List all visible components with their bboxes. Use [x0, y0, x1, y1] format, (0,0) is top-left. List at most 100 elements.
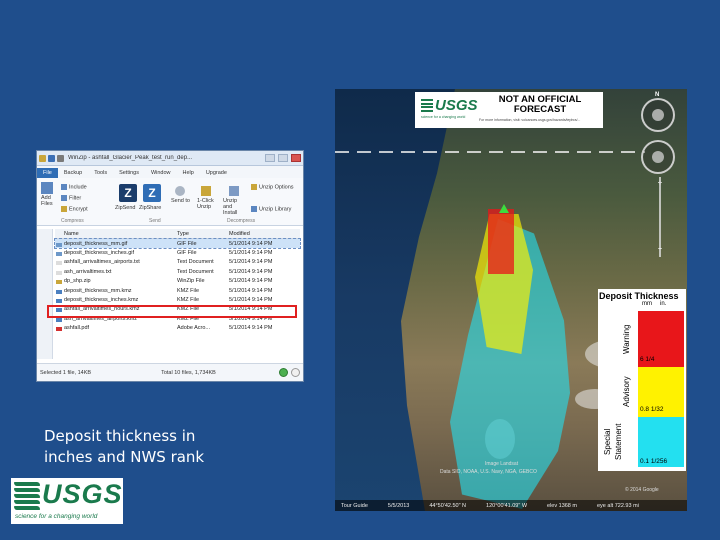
group-compress: Compress: [61, 218, 84, 224]
tab-settings[interactable]: Settings: [113, 168, 145, 178]
legend-title: Deposit Thickness: [599, 291, 679, 301]
longitude-readout: 120°00'41.09" W: [486, 502, 528, 509]
forecast-title: NOT AN OFFICIAL FORECAST: [498, 94, 582, 115]
table-row[interactable]: dp_shp.zip WinZip File 5/1/2014 9:14 PM: [55, 277, 300, 286]
imagery-date: 5/5/2013: [387, 502, 410, 509]
logo-tagline: science for a changing world: [15, 513, 98, 520]
unzip-options-button[interactable]: Unzip Options: [251, 184, 294, 190]
add-files-button[interactable]: Add Files: [41, 182, 55, 207]
close-button[interactable]: [291, 154, 301, 162]
tab-help[interactable]: Help: [177, 168, 200, 178]
caption-line-1: Deposit thickness in: [44, 427, 196, 445]
forecast-banner: USGS science for a changing world NOT AN…: [415, 92, 603, 128]
column-name[interactable]: Name: [55, 231, 177, 237]
tour-guide-button[interactable]: Tour Guide: [341, 503, 368, 509]
imagery-attribution: Image Landsat: [485, 461, 519, 467]
undo-icon[interactable]: [57, 154, 64, 162]
pdf-file-icon: [56, 327, 62, 332]
folder-icon[interactable]: [39, 154, 46, 162]
unzip-and-install-button[interactable]: Unzip and Install: [223, 186, 245, 216]
google-earth-map[interactable]: USGS science for a changing world NOT AN…: [335, 89, 687, 511]
zipshare-icon[interactable]: Z: [143, 184, 161, 202]
deposit-thickness-legend: Deposit Thickness mm in. Warning Advisory…: [598, 289, 686, 471]
text-file-icon: [56, 270, 62, 275]
hand-icon: [652, 151, 664, 163]
gif-file-icon: [56, 252, 62, 257]
ok-status-icon[interactable]: [279, 368, 288, 377]
logo-text: USGS: [42, 479, 123, 509]
canada-us-border: [335, 151, 645, 153]
usgs-wave-icon: [14, 482, 40, 510]
info-status-icon[interactable]: [291, 368, 300, 377]
tab-upgrade[interactable]: Upgrade: [200, 168, 233, 178]
status-bar: Selected 1 file, 14KB Total 10 files, 1,…: [37, 363, 303, 381]
status-total: Total 10 files, 1,734KB: [161, 369, 216, 376]
google-copyright: © 2014 Google: [625, 487, 659, 493]
table-row[interactable]: deposit_thickness_inches.gif GIF File 5/1/…: [55, 248, 300, 257]
minimize-button[interactable]: [265, 154, 275, 162]
ribbon: Add Files Include Filter Encrypt Z ZipSe…: [37, 178, 303, 226]
column-type[interactable]: Type: [177, 231, 229, 237]
slide-caption: Deposit thickness in inches and NWS rank: [44, 426, 244, 468]
zoom-out-button[interactable]: −: [656, 245, 664, 253]
usgs-logo: USGS science for a changing world: [11, 478, 123, 524]
table-row[interactable]: ashfall_arrivaltimes_airports.txt Text Do…: [55, 258, 300, 267]
zipsend-label[interactable]: ZipSend: [115, 205, 136, 211]
winzip-title-bar: WinZip - ashfall_Glacier_Peak_test_run_d…: [37, 151, 303, 166]
caption-line-2: inches and NWS rank: [44, 448, 205, 466]
install-icon: [229, 186, 239, 196]
table-row[interactable]: ashfall.pdf Adobe Acro... 5/1/2014 9:14 PM: [55, 324, 300, 333]
map-status-bar: Tour Guide 5/5/2013 44°50'42.50" N 120°0…: [335, 500, 687, 511]
gif-file-icon: [56, 242, 62, 247]
quick-access-toolbar[interactable]: [39, 154, 64, 162]
maximize-button[interactable]: [278, 154, 288, 162]
legend-value-warning: 6 1/4: [640, 356, 655, 363]
tab-file[interactable]: File: [37, 168, 58, 178]
north-icon[interactable]: N: [655, 92, 659, 98]
unzip-icon: [201, 186, 211, 196]
zipshare-label[interactable]: ZipShare: [139, 205, 161, 211]
table-row[interactable]: ash_arrivaltimes.txt Text Document 5/1/201…: [55, 267, 300, 276]
legend-value-advisory: 0.8 1/32: [640, 406, 664, 413]
highlight-box: [47, 305, 297, 318]
file-list-header: Name Type Modified: [55, 229, 300, 239]
elevation-readout: elev 1368 m: [547, 502, 577, 509]
table-row[interactable]: deposit_thickness_mm.kmz KMZ File 5/1/2014…: [55, 286, 300, 295]
one-click-unzip-button[interactable]: 1-Click Unzip: [197, 186, 215, 210]
zip-file-icon: [56, 280, 62, 285]
kmz-file-icon: [56, 299, 62, 304]
tab-tools[interactable]: Tools: [88, 168, 113, 178]
latitude-readout: 44°50'42.50" N: [429, 502, 467, 509]
plume-warning: [488, 209, 514, 274]
status-selected: Selected 1 file, 14KB: [40, 369, 92, 376]
group-send: Send: [149, 218, 161, 224]
eye-icon: [652, 109, 664, 121]
column-modified[interactable]: Modified: [229, 231, 300, 237]
banner-usgs-logo: USGS science for a changing world: [421, 97, 478, 119]
group-decompress: Decompress: [227, 218, 256, 224]
folder-pane[interactable]: [37, 229, 53, 359]
ribbon-tabs: File Backup Tools Settings Window Help U…: [37, 166, 303, 178]
tab-backup[interactable]: Backup: [58, 168, 88, 178]
banner-url: For more information, visit: volcanoes.u…: [479, 118, 581, 122]
winzip-window: WinZip - ashfall_Glacier_Peak_test_run_d…: [36, 150, 304, 382]
legend-value-special: 0.1 1/256: [640, 458, 668, 465]
save-icon[interactable]: [48, 154, 55, 162]
usgs-wave-icon: [421, 99, 433, 113]
encrypt-button[interactable]: Encrypt: [61, 206, 88, 212]
table-row[interactable]: deposit_thickness_inches.kmz KMZ File 5/1/…: [55, 295, 300, 304]
volcano-icon[interactable]: [499, 204, 509, 213]
legend-rank-warning: Warning: [622, 324, 631, 354]
zipsend-icon[interactable]: Z: [119, 184, 137, 202]
move-control[interactable]: [641, 140, 675, 174]
filter-button[interactable]: Filter: [61, 195, 81, 201]
send-to-button[interactable]: Send to: [171, 186, 190, 204]
look-control[interactable]: [641, 98, 675, 132]
include-button[interactable]: Include: [61, 184, 87, 190]
tab-window[interactable]: Window: [145, 168, 177, 178]
add-files-icon: [41, 182, 53, 194]
unzip-library-button[interactable]: Unzip Library: [251, 206, 291, 212]
data-attribution: Data SIO, NOAA, U.S. Navy, NGA, GEBCO: [440, 469, 537, 475]
table-row[interactable]: deposit_thickness_mm.gif GIF File 5/1/2014…: [54, 237, 301, 250]
text-file-icon: [56, 261, 62, 266]
